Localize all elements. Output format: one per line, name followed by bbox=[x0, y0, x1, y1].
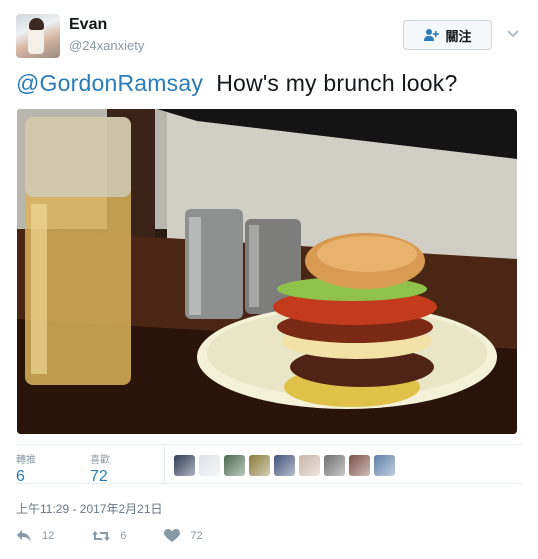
follow-person-plus-icon bbox=[423, 28, 440, 42]
avatar-hair bbox=[29, 18, 44, 30]
tweet-photo[interactable] bbox=[17, 109, 517, 434]
liker-avatar[interactable] bbox=[174, 455, 195, 476]
follow-button[interactable]: 關注 bbox=[403, 20, 492, 50]
likes-count: 72 bbox=[90, 468, 108, 485]
reply-icon bbox=[17, 530, 31, 542]
retweet-icon bbox=[92, 531, 111, 541]
likes-stat[interactable]: 喜歡 72 bbox=[90, 451, 110, 486]
retweets-stat[interactable]: 轉推 6 bbox=[16, 451, 36, 486]
follow-label: 關注 bbox=[445, 28, 472, 44]
tweet-body: How's my brunch look? bbox=[216, 70, 458, 96]
liker-avatar[interactable] bbox=[349, 455, 370, 476]
engagement-stats: 轉推 6 喜歡 72 bbox=[16, 444, 522, 486]
user-handle[interactable]: @24xanxiety bbox=[69, 38, 144, 53]
retweets-label: 轉推 bbox=[16, 455, 36, 466]
likes-label: 喜歡 bbox=[90, 455, 110, 466]
liker-avatar[interactable] bbox=[374, 455, 395, 476]
tweet-actions: 12 6 72 bbox=[16, 526, 241, 546]
liker-avatars bbox=[174, 455, 395, 476]
like-count: 72 bbox=[190, 530, 203, 542]
reply-count: 12 bbox=[42, 530, 55, 542]
retweet-count: 6 bbox=[120, 530, 127, 542]
heart-icon bbox=[164, 529, 181, 542]
liker-avatar[interactable] bbox=[324, 455, 345, 476]
retweet-button[interactable]: 6 bbox=[92, 529, 126, 543]
like-button[interactable]: 72 bbox=[164, 529, 203, 543]
reply-button[interactable]: 12 bbox=[16, 529, 54, 543]
timestamp[interactable]: 上午11:29 - 2017年2月21日 bbox=[16, 500, 163, 517]
liker-avatar[interactable] bbox=[249, 455, 270, 476]
liker-avatar[interactable] bbox=[299, 455, 320, 476]
liker-avatar[interactable] bbox=[199, 455, 220, 476]
chevron-down-icon[interactable] bbox=[506, 26, 520, 40]
tweet-header: Evan @24xanxiety 關注 bbox=[16, 14, 522, 60]
avatar[interactable] bbox=[16, 14, 60, 58]
tweet-text: @GordonRamsay How's my brunch look? bbox=[16, 70, 457, 97]
retweets-count: 6 bbox=[16, 468, 25, 485]
liker-avatar[interactable] bbox=[224, 455, 245, 476]
stats-divider bbox=[164, 445, 165, 485]
liker-avatar[interactable] bbox=[274, 455, 295, 476]
mention-link[interactable]: @GordonRamsay bbox=[16, 70, 203, 96]
display-name[interactable]: Evan bbox=[69, 16, 107, 34]
